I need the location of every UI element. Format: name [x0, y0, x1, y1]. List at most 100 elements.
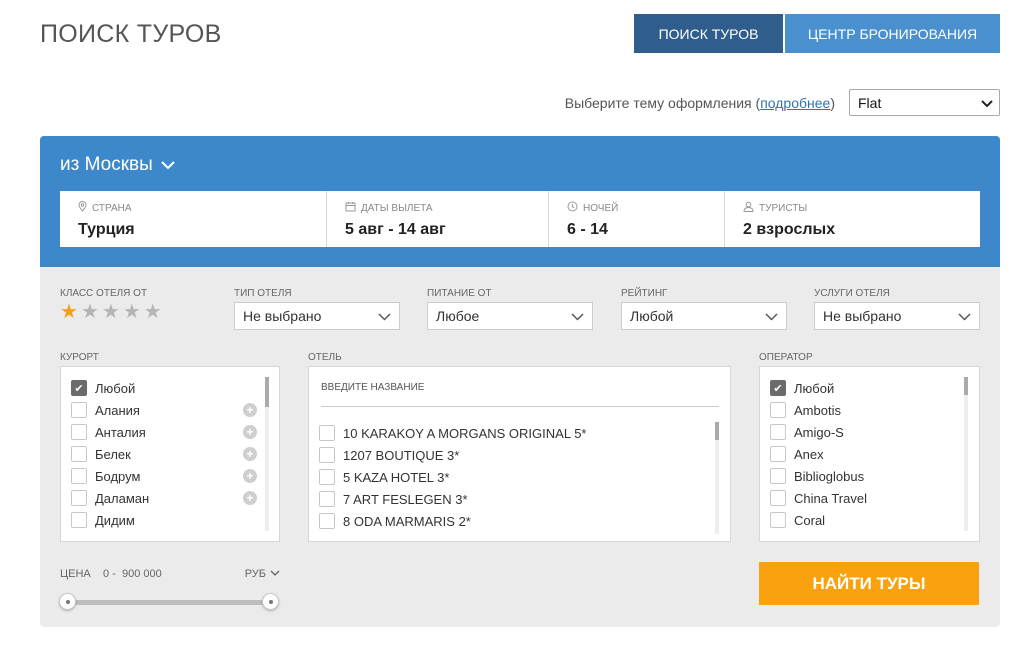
meal-dropdown[interactable]: Любое: [427, 302, 593, 330]
resort-item-label: Дидим: [95, 512, 135, 528]
checkbox[interactable]: [319, 447, 335, 463]
find-tours-button[interactable]: НАЙТИ ТУРЫ: [759, 562, 979, 605]
checkbox[interactable]: [319, 469, 335, 485]
price-slider-min-handle[interactable]: [58, 593, 76, 610]
hotel-item[interactable]: 7 ART FESLEGEN 3*: [319, 488, 709, 510]
rating-dropdown[interactable]: Любой: [621, 302, 787, 330]
checkbox[interactable]: [770, 468, 786, 484]
checkbox[interactable]: [770, 512, 786, 528]
tourists-field[interactable]: ТУРИСТЫ 2 взрослых: [725, 191, 980, 247]
hotel-type-dropdown[interactable]: Не выбрано: [234, 302, 400, 330]
nights-label: НОЧЕЙ: [583, 202, 619, 214]
resort-item[interactable]: Алания +: [71, 399, 267, 421]
services-dropdown[interactable]: Не выбрано: [814, 302, 980, 330]
plus-circle-icon[interactable]: +: [243, 425, 257, 439]
rating-value: Любой: [630, 308, 674, 324]
scroll-thumb[interactable]: [715, 422, 719, 440]
plus-circle-icon[interactable]: +: [243, 447, 257, 461]
operator-label: ОПЕРАТОР: [759, 352, 813, 363]
resort-item[interactable]: Бодрум +: [71, 465, 267, 487]
resort-item[interactable]: Белек +: [71, 443, 267, 465]
checkbox[interactable]: ✔: [770, 380, 786, 396]
star-icon[interactable]: ★: [144, 302, 162, 322]
hotel-label: ОТЕЛЬ: [308, 352, 342, 363]
hotel-item-label: 1207 BOUTIQUE 3*: [343, 447, 460, 463]
star-icon[interactable]: ★: [102, 302, 120, 322]
checkbox[interactable]: [71, 446, 87, 462]
checkbox[interactable]: [319, 513, 335, 529]
operator-item[interactable]: ✔ Любой: [770, 377, 960, 399]
operator-item[interactable]: Amigo-S: [770, 421, 960, 443]
theme-select[interactable]: Flat: [849, 89, 1000, 116]
star-icon[interactable]: ★: [123, 302, 141, 322]
tab-tour-search[interactable]: ПОИСК ТУРОВ: [634, 14, 783, 53]
operator-item[interactable]: China Travel: [770, 487, 960, 509]
resort-list: ✔ Любой Алания + Анталия + Белек + Бодрум + Далама…: [60, 366, 280, 542]
price-slider-max-handle[interactable]: [261, 593, 279, 610]
country-field[interactable]: СТРАНА Турция: [60, 191, 327, 247]
hotel-scrollbar[interactable]: [715, 422, 719, 534]
meal-label: ПИТАНИЕ ОТ: [427, 288, 492, 299]
checkbox[interactable]: [770, 490, 786, 506]
nights-field[interactable]: НОЧЕЙ 6 - 14: [549, 191, 725, 247]
clock-icon: [567, 201, 578, 215]
hotel-item[interactable]: 1207 BOUTIQUE 3*: [319, 444, 709, 466]
hotel-item[interactable]: 8 ODA MARMARIS 2*: [319, 510, 709, 532]
resort-item-label: Анталия: [95, 424, 146, 440]
checkbox[interactable]: [71, 512, 87, 528]
operator-item-label: Amigo-S: [794, 424, 844, 440]
person-icon: [743, 201, 754, 215]
checkbox[interactable]: [319, 491, 335, 507]
chevron-down-icon: [958, 308, 971, 324]
theme-details-link[interactable]: подробнее: [760, 95, 830, 111]
theme-label: Выберите тему оформления (подробнее): [565, 95, 835, 111]
plus-circle-icon[interactable]: +: [243, 491, 257, 505]
resort-item[interactable]: Анталия +: [71, 421, 267, 443]
top-tabs: ПОИСК ТУРОВ ЦЕНТР БРОНИРОВАНИЯ: [634, 14, 1000, 53]
hotel-type-label: ТИП ОТЕЛЯ: [234, 288, 292, 299]
hotel-search-input[interactable]: ВВЕДИТЕ НАЗВАНИЕ: [321, 377, 719, 407]
star-icon[interactable]: ★: [60, 302, 78, 322]
plus-circle-icon[interactable]: +: [243, 469, 257, 483]
resort-item-label: Любой: [95, 380, 136, 396]
hotel-item-label: 7 ART FESLEGEN 3*: [343, 491, 468, 507]
checkbox[interactable]: [770, 402, 786, 418]
checkbox[interactable]: [71, 490, 87, 506]
checkbox[interactable]: [770, 446, 786, 462]
operator-list: ✔ Любой Ambotis Amigo-S Anex Biblioglobus Chin…: [759, 366, 980, 542]
departure-selector[interactable]: из Москвы: [60, 154, 175, 176]
checkbox[interactable]: [319, 425, 335, 441]
resort-item-label: Даламан: [95, 490, 150, 506]
star-icon[interactable]: ★: [81, 302, 99, 322]
currency-label: РУБ: [244, 568, 266, 580]
hotel-item[interactable]: 10 KARAKOY A MORGANS ORIGINAL 5*: [319, 422, 709, 444]
operator-item[interactable]: Coral: [770, 509, 960, 531]
currency-selector[interactable]: РУБ: [245, 568, 280, 580]
plus-circle-icon[interactable]: +: [243, 403, 257, 417]
calendar-icon: [345, 201, 356, 215]
scroll-thumb[interactable]: [964, 377, 968, 395]
resort-item[interactable]: ✔ Любой: [71, 377, 267, 399]
checkbox[interactable]: ✔: [71, 380, 87, 396]
location-pin-icon: [78, 201, 87, 215]
checkbox[interactable]: [71, 468, 87, 484]
operator-item[interactable]: Anex: [770, 443, 960, 465]
operator-item[interactable]: Ambotis: [770, 399, 960, 421]
resort-scrollbar[interactable]: [265, 377, 269, 531]
dates-field[interactable]: ДАТЫ ВЫЛЕТА 5 авг - 14 авг: [327, 191, 549, 247]
resort-item[interactable]: Даламан +: [71, 487, 267, 509]
scroll-thumb[interactable]: [265, 377, 269, 407]
checkbox[interactable]: [71, 402, 87, 418]
checkbox[interactable]: [71, 424, 87, 440]
operator-scrollbar[interactable]: [964, 377, 968, 531]
tab-booking-center[interactable]: ЦЕНТР БРОНИРОВАНИЯ: [785, 14, 1000, 53]
hotel-item[interactable]: 5 KAZA HOTEL 3*: [319, 466, 709, 488]
chevron-down-icon: [571, 308, 584, 324]
checkbox[interactable]: [770, 424, 786, 440]
resort-item[interactable]: Дидим: [71, 509, 267, 531]
search-widget: из Москвы СТРАНА Турция ДАТЫ ВЫЛЕТА 5 ав…: [40, 136, 1000, 627]
theme-label-suffix: ): [830, 94, 835, 111]
price-slider-track[interactable]: [67, 600, 273, 605]
operator-item[interactable]: Biblioglobus: [770, 465, 960, 487]
price-min: 0: [103, 568, 110, 580]
